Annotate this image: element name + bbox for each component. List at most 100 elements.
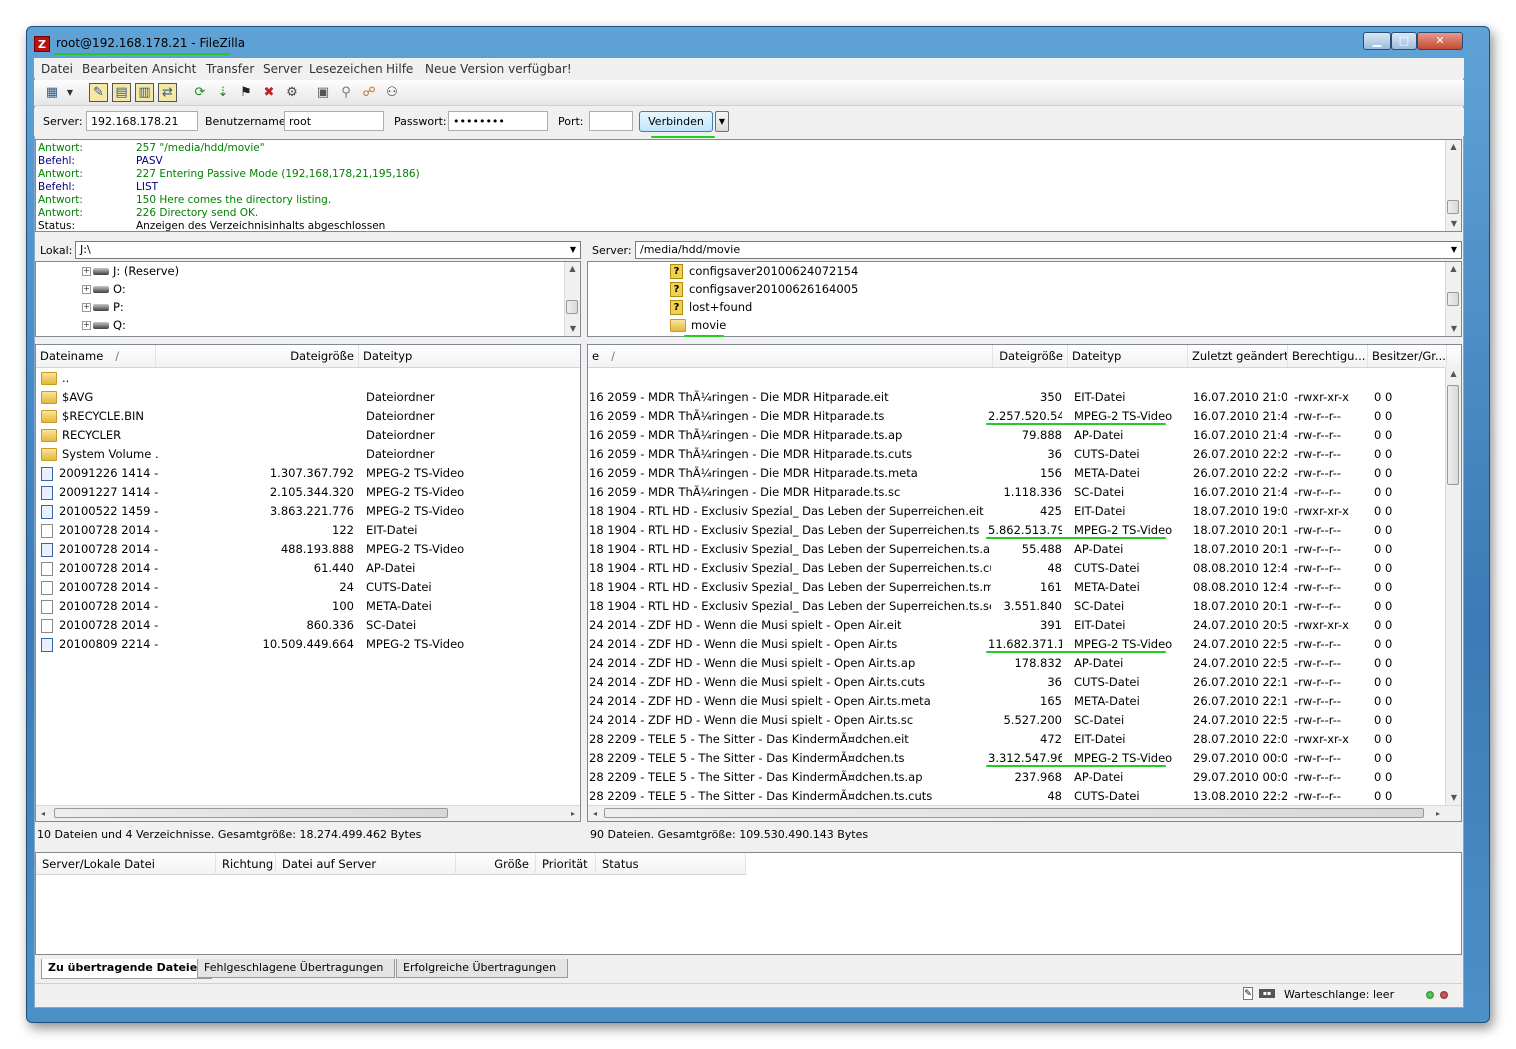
- password-input[interactable]: [448, 111, 548, 131]
- cancel-icon[interactable]: ✖: [259, 83, 279, 103]
- remote-col-size[interactable]: Dateigröße: [993, 345, 1068, 367]
- remote-file-row[interactable]: 28 2209 - TELE 5 - The Sitter - Das Kind…: [588, 787, 1447, 806]
- log-scrollbar[interactable]: ▲ ▼: [1445, 140, 1461, 231]
- toggle-local-tree-icon[interactable]: ▤: [112, 83, 131, 102]
- tab-successful-transfers[interactable]: Erfolgreiche Übertragungen: [396, 959, 568, 978]
- local-tree-scroll-thumb[interactable]: [566, 300, 578, 314]
- log-scroll-up-icon[interactable]: ▲: [1446, 140, 1461, 154]
- queue-col-direction[interactable]: Richtung: [216, 853, 276, 875]
- toggle-remote-tree-icon[interactable]: ▥: [135, 83, 154, 102]
- queue-col-remote-file[interactable]: Datei auf Server: [276, 853, 456, 875]
- remote-tree-item[interactable]: ? lost+found: [670, 298, 752, 316]
- local-path-dropdown-icon[interactable]: ▼: [570, 242, 576, 258]
- search-binoculars-icon[interactable]: ⚇: [382, 83, 402, 103]
- remote-file-row[interactable]: 18 1904 - RTL HD - Exclusiv Spezial_ Das…: [588, 597, 1447, 616]
- local-file-row[interactable]: System Volume ... Dateiordner: [36, 445, 580, 464]
- local-file-row[interactable]: ..: [36, 369, 580, 388]
- local-path-combo[interactable]: J:\ ▼: [75, 241, 581, 259]
- remote-list-hscrollbar[interactable]: ◂ ▸: [588, 805, 1461, 821]
- local-list-hscrollbar[interactable]: ◂ ▸: [36, 805, 580, 821]
- local-file-row[interactable]: 20091227 1414 - ... 2.105.344.320 MPEG-2 T…: [36, 483, 580, 502]
- remote-file-row[interactable]: 24 2014 - ZDF HD - Wenn die Musi spielt …: [588, 692, 1447, 711]
- menu-datei[interactable]: Datei: [41, 62, 73, 76]
- local-col-size[interactable]: Dateigröße: [156, 345, 359, 367]
- local-file-row[interactable]: 20091226 1414 - ... 1.307.367.792 MPEG-2 T…: [36, 464, 580, 483]
- remote-file-row[interactable]: 24 2014 - ZDF HD - Wenn die Musi spielt …: [588, 616, 1447, 635]
- filter-icon[interactable]: ▣: [313, 83, 333, 103]
- process-queue-icon[interactable]: ⇣: [213, 83, 233, 103]
- local-tree-item[interactable]: + O:: [82, 280, 126, 298]
- compare-icon[interactable]: ☍: [359, 83, 379, 103]
- remote-col-name[interactable]: e /: [588, 345, 993, 367]
- server-input[interactable]: [86, 111, 198, 131]
- close-button[interactable]: ✕: [1417, 32, 1463, 50]
- local-col-name[interactable]: Dateiname /: [36, 345, 156, 367]
- remote-path-dropdown-icon[interactable]: ▼: [1451, 242, 1457, 258]
- remote-col-owner[interactable]: Besitzer/Gr...: [1368, 345, 1447, 367]
- toggle-queue-icon[interactable]: ⇄: [158, 83, 177, 102]
- local-file-row[interactable]: $AVG Dateiordner: [36, 388, 580, 407]
- remote-file-row[interactable]: 24 2014 - ZDF HD - Wenn die Musi spielt …: [588, 635, 1447, 654]
- local-file-row[interactable]: 20100728 2014 - ... 488.193.888 MPEG-2 TS-…: [36, 540, 580, 559]
- sync-browse-icon[interactable]: ⚲: [336, 83, 356, 103]
- queue-col-size[interactable]: Größe: [456, 853, 536, 875]
- remote-tree-scroll-up-icon[interactable]: ▲: [1446, 262, 1461, 276]
- local-file-row[interactable]: 20100728 2014 - ... 24 CUTS-Datei: [36, 578, 580, 597]
- local-hscroll-left-icon[interactable]: ◂: [36, 806, 50, 821]
- remote-file-row[interactable]: 18 1904 - RTL HD - Exclusiv Spezial_ Das…: [588, 559, 1447, 578]
- local-file-row[interactable]: 20100728 2014 - ... 860.336 SC-Datei: [36, 616, 580, 635]
- remote-file-row[interactable]: 16 2059 - MDR ThÃ¼ringen - Die MDR Hitpa…: [588, 407, 1447, 426]
- tab-queued-files[interactable]: Zu übertragende Dateien: [41, 959, 212, 979]
- local-tree-item[interactable]: + P:: [82, 298, 124, 316]
- remote-file-row[interactable]: 16 2059 - MDR ThÃ¼ringen - Die MDR Hitpa…: [588, 483, 1447, 502]
- queue-col-local-file[interactable]: Server/Lokale Datei: [36, 853, 216, 875]
- disconnect-icon[interactable]: ⚙: [282, 83, 302, 103]
- stop-flag-icon[interactable]: ⚑: [236, 83, 256, 103]
- toggle-log-icon[interactable]: ✎: [89, 83, 108, 102]
- local-tree-scroll-up-icon[interactable]: ▲: [565, 262, 580, 276]
- maximize-button[interactable]: □: [1391, 32, 1417, 50]
- queue-col-priority[interactable]: Priorität: [536, 853, 596, 875]
- site-manager-icon[interactable]: ▦: [42, 83, 62, 103]
- local-tree-item[interactable]: + J: (Reserve): [82, 262, 179, 280]
- local-file-row[interactable]: RECYCLER Dateiordner: [36, 426, 580, 445]
- expand-icon[interactable]: +: [82, 285, 91, 294]
- remote-tree-scroll-thumb[interactable]: [1447, 292, 1459, 306]
- minimize-button[interactable]: ▁: [1363, 32, 1391, 50]
- local-file-row[interactable]: 20100522 1459 - ... 3.863.221.776 MPEG-2 T…: [36, 502, 580, 521]
- menu-bearbeiten[interactable]: Bearbeiten: [82, 62, 148, 76]
- remote-file-row[interactable]: 28 2209 - TELE 5 - The Sitter - Das Kind…: [588, 749, 1447, 768]
- remote-file-row[interactable]: 24 2014 - ZDF HD - Wenn die Musi spielt …: [588, 673, 1447, 692]
- username-input[interactable]: [284, 111, 384, 131]
- remote-tree-item[interactable]: ? configsaver20100624072154: [670, 262, 858, 280]
- local-col-type[interactable]: Dateityp: [359, 345, 580, 367]
- menu-server[interactable]: Server: [263, 62, 302, 76]
- local-tree-scroll-down-icon[interactable]: ▼: [565, 322, 580, 336]
- expand-icon[interactable]: +: [82, 321, 91, 330]
- remote-list-scroll-up-icon[interactable]: ▲: [1446, 367, 1461, 381]
- menu-ansicht[interactable]: Ansicht: [152, 62, 196, 76]
- remote-tree-item[interactable]: ? configsaver20100626164005: [670, 280, 858, 298]
- local-tree-scrollbar[interactable]: ▲ ▼: [564, 262, 580, 336]
- refresh-icon[interactable]: ⟳: [190, 83, 210, 103]
- remote-file-row[interactable]: 16 2059 - MDR ThÃ¼ringen - Die MDR Hitpa…: [588, 388, 1447, 407]
- local-file-row[interactable]: $RECYCLE.BIN Dateiordner: [36, 407, 580, 426]
- local-file-row[interactable]: 20100728 2014 - ... 122 EIT-Datei: [36, 521, 580, 540]
- port-input[interactable]: [589, 111, 633, 131]
- remote-col-type[interactable]: Dateityp: [1068, 345, 1188, 367]
- remote-file-row[interactable]: 24 2014 - ZDF HD - Wenn die Musi spielt …: [588, 711, 1447, 730]
- connect-button[interactable]: Verbinden: [639, 111, 713, 132]
- remote-file-row[interactable]: 16 2059 - MDR ThÃ¼ringen - Die MDR Hitpa…: [588, 445, 1447, 464]
- local-file-row[interactable]: 20100728 2014 - ... 100 META-Datei: [36, 597, 580, 616]
- remote-list-scroll-down-icon[interactable]: ▼: [1446, 791, 1461, 805]
- connect-history-dropdown[interactable]: ▼: [715, 111, 729, 132]
- remote-file-row[interactable]: 28 2209 - TELE 5 - The Sitter - Das Kind…: [588, 768, 1447, 787]
- remote-path-combo[interactable]: /media/hdd/movie ▼: [635, 241, 1462, 259]
- remote-hscroll-left-icon[interactable]: ◂: [588, 806, 602, 821]
- local-hscroll-thumb[interactable]: [54, 808, 448, 818]
- log-scroll-thumb[interactable]: [1447, 200, 1459, 214]
- remote-file-row[interactable]: 18 1904 - RTL HD - Exclusiv Spezial_ Das…: [588, 578, 1447, 597]
- remote-hscroll-thumb[interactable]: [604, 808, 1424, 818]
- remote-file-row[interactable]: 16 2059 - MDR ThÃ¼ringen - Die MDR Hitpa…: [588, 426, 1447, 445]
- remote-hscroll-right-icon[interactable]: ▸: [1431, 806, 1445, 821]
